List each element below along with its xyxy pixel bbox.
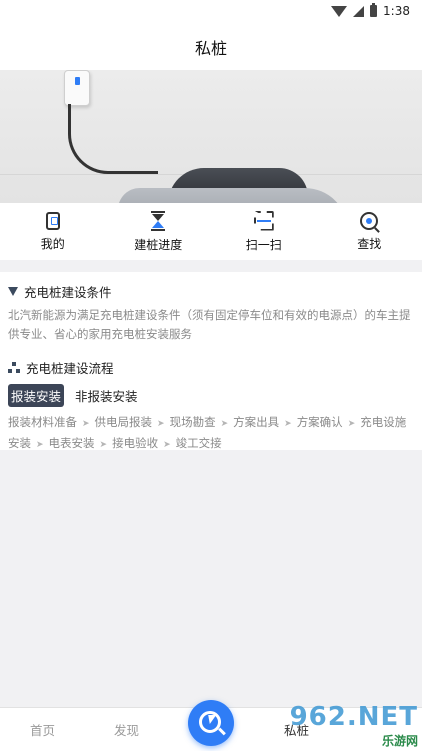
charging-station-icon	[45, 211, 60, 230]
process-step: 竣工交接	[175, 436, 222, 450]
conditions-title: 充电桩建设条件	[24, 284, 112, 300]
nav-home[interactable]: 首页	[30, 720, 55, 739]
hourglass-icon	[151, 210, 166, 231]
arrow-right-icon: ➤	[163, 440, 171, 450]
tab-with-application[interactable]: 报装安装	[8, 384, 65, 407]
info-card: 充电桩建设条件 北汽新能源为满足充电桩建设条件（须有固定停车位和有效的电源点）的…	[0, 272, 422, 450]
signal-icon	[353, 5, 365, 17]
charger-illustration	[64, 70, 90, 106]
arrow-right-icon: ➤	[220, 419, 229, 429]
quick-action-scan[interactable]: 扫一扫	[211, 203, 317, 260]
quick-action-mine[interactable]: 我的	[0, 203, 106, 260]
banner-image	[0, 70, 422, 203]
charge-search-button[interactable]	[188, 700, 234, 746]
arrow-right-icon: ➤	[82, 419, 90, 429]
nav-discover[interactable]: 发现	[114, 720, 139, 739]
quick-action-bar: 我的 建桩进度 扫一扫 查找	[0, 203, 422, 260]
battery-icon	[370, 3, 378, 17]
arrow-right-icon: ➤	[347, 419, 356, 429]
quick-action-find[interactable]: 查找	[317, 203, 422, 260]
process-steps: 报装材料准备 ➤ 供电局报装 ➤ 现场勘查 ➤ 方案出具 ➤ 方案确认 ➤ 充电设施安装 ➤ 电表安装 ➤…	[8, 413, 414, 455]
conditions-description: 北汽新能源为满足充电桩建设条件（须有固定停车位和有效的电源点）的车主提供专业、省…	[8, 308, 411, 341]
process-step: 报装材料准备	[8, 415, 77, 429]
quick-action-label: 我的	[40, 236, 65, 251]
arrow-right-icon: ➤	[157, 419, 165, 429]
car-illustration	[118, 188, 348, 203]
sitemap-icon	[8, 361, 20, 373]
tab-without-application[interactable]: 非报装安装	[72, 384, 141, 407]
quick-action-label: 扫一扫	[245, 237, 282, 252]
quick-action-label: 查找	[357, 236, 382, 251]
process-step: 方案出具	[233, 415, 280, 429]
process-title: 充电桩建设流程	[26, 360, 114, 376]
process-step: 方案确认	[296, 415, 343, 429]
arrow-right-icon: ➤	[99, 440, 108, 450]
quick-action-build-progress[interactable]: 建桩进度	[106, 203, 212, 260]
scan-icon	[254, 211, 274, 231]
install-type-tabs: 报装安装 非报装安装	[8, 384, 414, 407]
process-step: 现场勘查	[169, 415, 216, 429]
page-title: 私桩	[194, 39, 227, 58]
process-step: 接电验收	[112, 436, 159, 450]
title-bar: 私桩	[0, 24, 422, 70]
arrow-right-icon: ➤	[284, 419, 292, 429]
watermark: 962.NET 乐游网	[290, 702, 418, 749]
arrow-right-icon: ➤	[36, 440, 44, 450]
conditions-section-title: 充电桩建设条件	[8, 282, 414, 300]
filter-icon	[8, 286, 18, 296]
watermark-text: 乐游网	[381, 734, 418, 748]
status-bar: 1:38	[0, 0, 422, 24]
wifi-icon	[331, 5, 348, 17]
process-step: 供电局报装	[94, 415, 153, 429]
watermark-logo: 962.NET	[289, 702, 418, 732]
status-time: 1:38	[383, 4, 410, 18]
quick-action-label: 建桩进度	[134, 237, 183, 252]
process-section-title: 充电桩建设流程	[8, 358, 414, 376]
search-icon	[360, 211, 379, 230]
process-step: 电表安装	[48, 436, 95, 450]
